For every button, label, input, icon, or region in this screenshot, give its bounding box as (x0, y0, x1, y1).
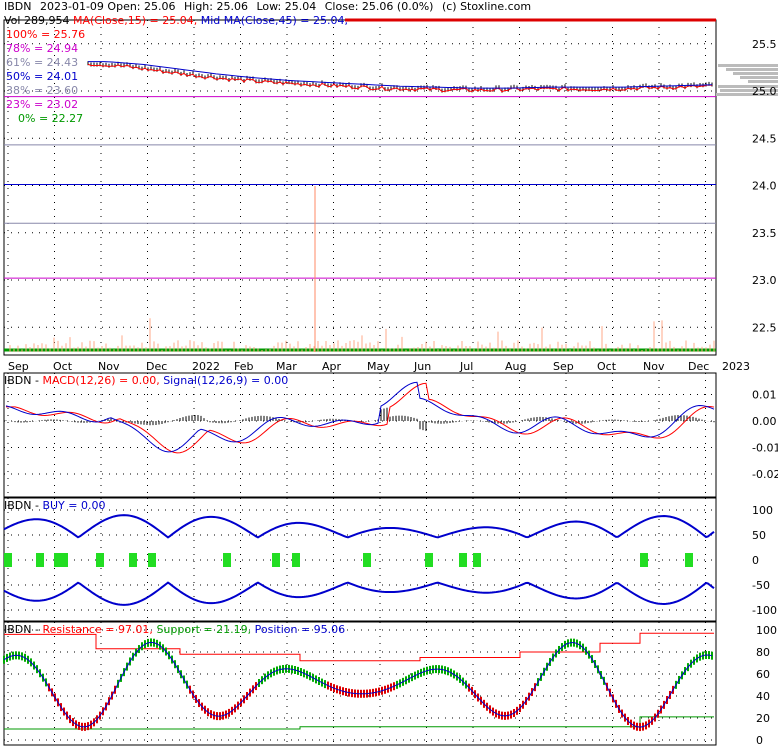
buy-signal-marker (292, 553, 300, 567)
volume-profile-bar (718, 64, 778, 67)
buy-signal-marker (640, 553, 648, 567)
vol-line: Vol 289,954 MA(Close,15) = 25.04, Mid MA… (4, 14, 348, 27)
date-x-tick: May (367, 360, 390, 373)
volume-profile-bar (748, 80, 778, 83)
ohlc-low: Low: 25.04 (256, 0, 317, 13)
header-line: IBDN 2023-01-09 Open: 25.06 High: 25.06 … (4, 0, 531, 13)
date-x-tick: Jun (413, 360, 431, 373)
copyright: (c) Stoxline.com (441, 0, 532, 13)
price-y-tick: 24.0 (752, 180, 777, 193)
fib-level-label: 38% = 23.60 (6, 84, 79, 97)
buy-y-tick: 0 (752, 554, 759, 567)
price-y-tick: 25.0 (752, 85, 777, 98)
macd-y-tick: -0.02 (752, 468, 778, 481)
buy-prefix: IBDN - (4, 499, 43, 512)
date-x-tick: Nov (643, 360, 665, 373)
volume-profile-bar (733, 72, 778, 75)
support-label: Support = 21.19, (156, 623, 252, 636)
resistance-y-tick: 80 (756, 646, 770, 659)
position-line (3, 641, 713, 728)
buy-signal-marker (96, 553, 104, 567)
macd-y-tick: 0.01 (752, 389, 777, 402)
date-x-tick: Sep (8, 360, 29, 373)
price-y-tick: 23.0 (752, 274, 777, 287)
resistance-y-tick: 0 (756, 734, 763, 746)
date-x-tick: Oct (597, 360, 617, 373)
price-y-tick: 23.5 (752, 227, 777, 240)
price-y-tick: 24.5 (752, 132, 777, 145)
res-prefix: IBDN - (4, 623, 43, 636)
ma45-value: Mid MA(Close,45) = 25.04, (200, 14, 348, 27)
buy-title: IBDN - BUY = 0.00 (4, 499, 105, 512)
date-x-tick: Aug (505, 360, 526, 373)
resistance-y-tick: 100 (756, 624, 777, 637)
date-x-tick: Dec (688, 360, 709, 373)
fib-level-label: 78% = 24.94 (6, 42, 79, 55)
resistance-y-tick: 40 (756, 690, 770, 703)
buy-y-tick: 100 (752, 504, 773, 517)
volume-profile-bar (726, 68, 778, 71)
date-x-tick: Feb (234, 360, 253, 373)
buy-signal-marker (363, 553, 371, 567)
buy-lower-line (3, 581, 715, 606)
buy-upper-line (3, 514, 715, 539)
macd-line (5, 381, 715, 453)
fib-level-label: 23% = 23.02 (6, 98, 79, 111)
date-x-tick: Oct (53, 360, 73, 373)
ohlc-close: Close: 25.06 (0.0%) (324, 0, 434, 13)
date-x-tick: Dec (146, 360, 167, 373)
ohlc-date-open: 2023-01-09 Open: 25.06 (40, 0, 176, 13)
price-y-tick: 25.5 (752, 38, 777, 51)
macd-label: MACD(12,26) = 0.00, (42, 374, 160, 387)
buy-y-tick: -50 (752, 579, 770, 592)
resistance-label: Resistance = 97.01, (42, 623, 153, 636)
macd-y-tick: 0.00 (752, 415, 777, 428)
support-line (4, 716, 714, 730)
ma15-value: MA(Close,15) = 25.04, (72, 14, 198, 27)
fib-level-label: 61% = 24.43 (6, 56, 79, 69)
buy-signal-marker (459, 553, 467, 567)
buy-signal-marker (60, 553, 68, 567)
date-x-tick: Jul (459, 360, 473, 373)
date-x-tick: Sep (553, 360, 574, 373)
resistance-title: IBDN - Resistance = 97.01, Support = 21.… (4, 623, 345, 636)
fib-labels: 100% = 25.76 78% = 24.94 61% = 24.43 50% = … (6, 28, 85, 126)
volume-value: Vol 289,954 (4, 14, 70, 27)
buy-y-tick: 50 (752, 529, 766, 542)
buy-signal-marker (4, 553, 12, 567)
resistance-y-tick: 20 (756, 712, 770, 725)
buy-signal-marker (685, 553, 693, 567)
price-y-tick: 22.5 (752, 321, 777, 334)
date-x-tick: Nov (98, 360, 120, 373)
buy-y-tick: -100 (752, 604, 777, 617)
macd-title: IBDN - MACD(12,26) = 0.00, Signal(12,26,… (4, 374, 288, 387)
macd-y-tick: -0.01 (752, 442, 778, 455)
buy-signal-marker (473, 553, 481, 567)
buy-signal-marker (36, 553, 44, 567)
macd-signal-label: Signal(12,26,9) = 0.00 (163, 374, 289, 387)
buy-signal-marker (223, 553, 231, 567)
resistance-y-tick: 60 (756, 668, 770, 681)
buy-signal-marker (129, 553, 137, 567)
fib-level-label: 100% = 25.76 (6, 28, 86, 41)
macd-prefix: IBDN - (4, 374, 43, 387)
fib-level-label: 0% = 22.27 (18, 112, 84, 125)
panel-frame (3, 19, 717, 356)
volume-profile-bar (740, 76, 778, 79)
ticker: IBDN (4, 0, 32, 13)
buy-signal-marker (148, 553, 156, 567)
date-x-tick: Apr (322, 360, 342, 373)
position-label: Position = 95.06 (254, 623, 346, 636)
fib-level-label: 50% = 24.01 (6, 70, 79, 83)
ohlc-high: High: 25.06 (184, 0, 248, 13)
date-x-tick: 2022 (192, 360, 220, 373)
date-x-tick: Mar (276, 360, 297, 373)
buy-signal-marker (425, 553, 433, 567)
resistance-line (4, 632, 714, 662)
buy-label: BUY = 0.00 (42, 499, 106, 512)
date-x-tick: 2023 (722, 360, 750, 373)
buy-signal-marker (272, 553, 280, 567)
stock-chart: 25.5 25.0 24.5 24.0 23.5 23.0 22.5 Sep Oct Nov Dec… (0, 0, 778, 746)
